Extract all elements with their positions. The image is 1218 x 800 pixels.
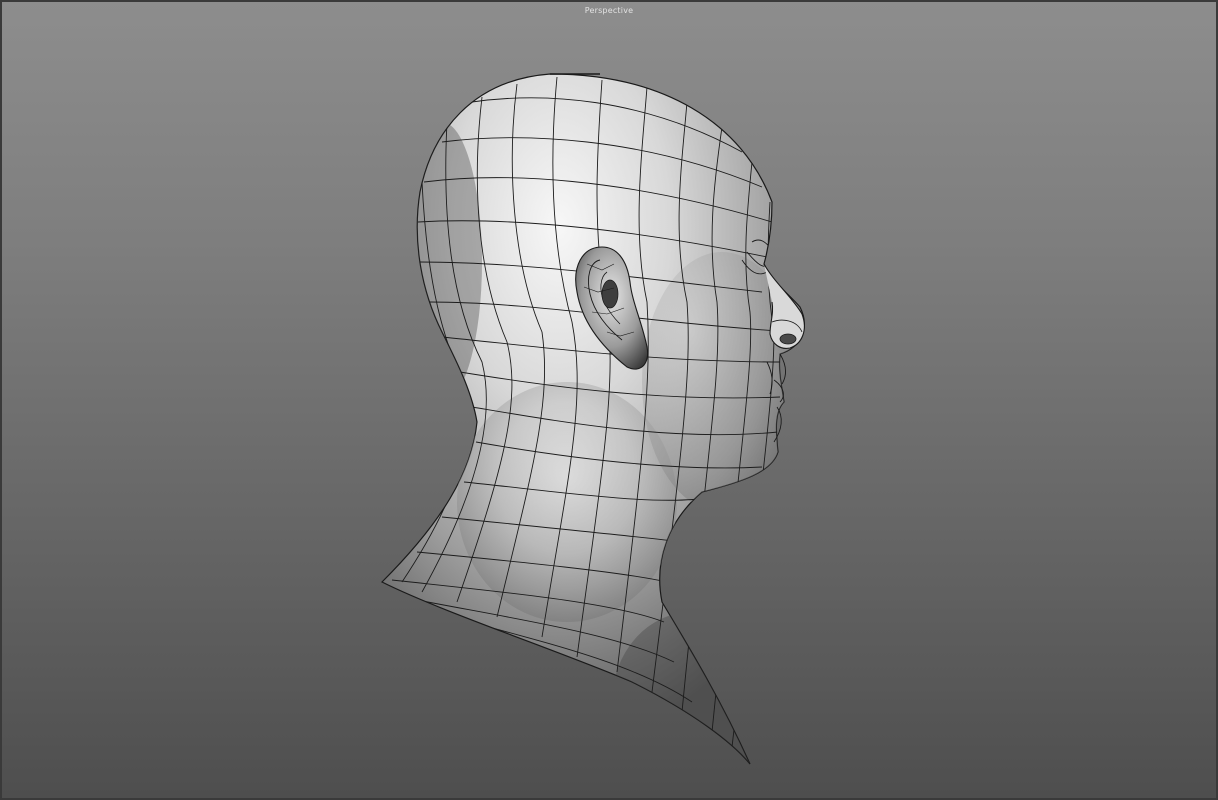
head-mesh-model[interactable] — [2, 2, 1218, 800]
perspective-viewport[interactable]: Perspective — [0, 0, 1218, 800]
